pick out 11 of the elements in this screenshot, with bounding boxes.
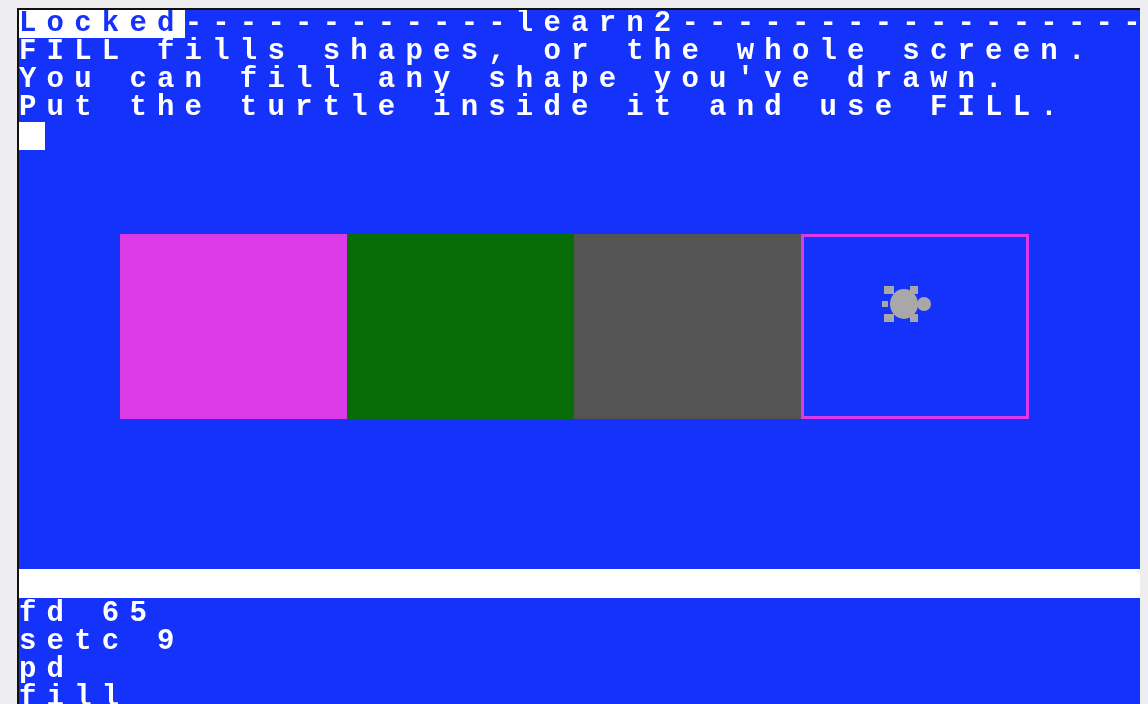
status-label: Locked [19, 10, 185, 38]
title-rule: ------------ [184, 10, 516, 38]
message-line: FILL fills shapes, or the whole screen. [19, 38, 1096, 66]
command-line: setc 9 [19, 628, 185, 656]
text-cursor [19, 122, 45, 150]
message-line: You can fill any shape you've drawn. [19, 66, 1013, 94]
message-line: Put the turtle inside it and use FILL. [19, 94, 1068, 122]
command-line: fd 65 [19, 600, 157, 628]
command-line: pd [19, 656, 75, 684]
title-rule: ----------------- [681, 10, 1140, 38]
window-title: learn2 [515, 10, 682, 38]
